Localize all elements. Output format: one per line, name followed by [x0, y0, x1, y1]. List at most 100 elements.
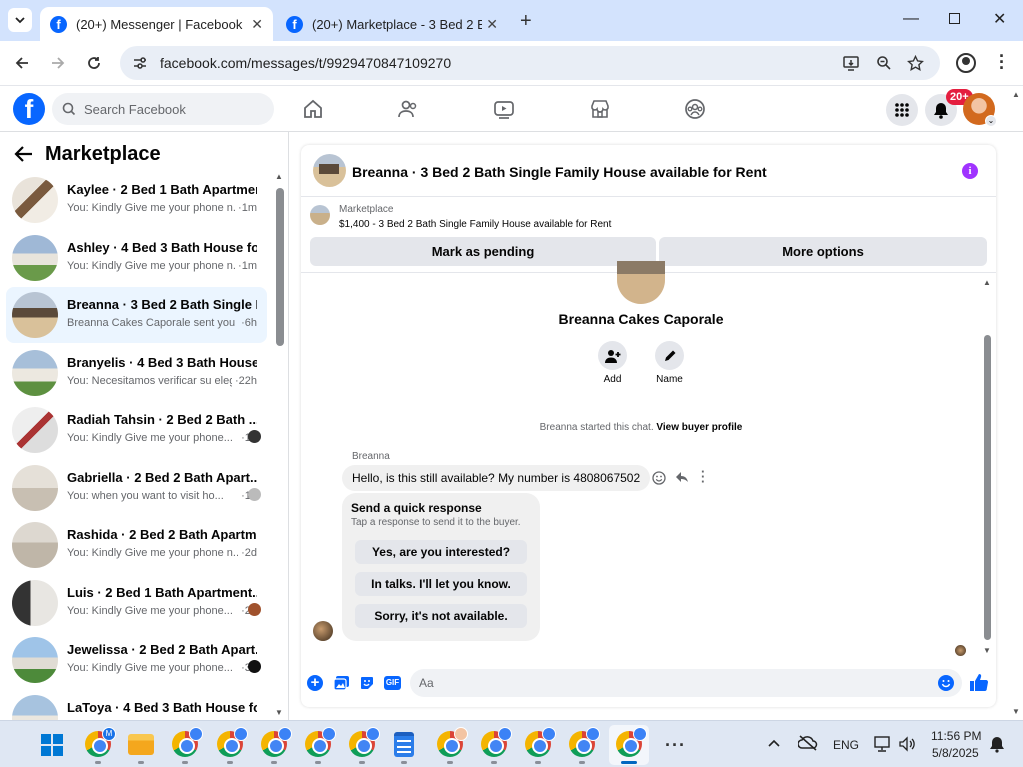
listing-small-thumbnail[interactable]	[310, 205, 330, 225]
video-nav-icon[interactable]	[491, 96, 517, 122]
chrome-app-icon[interactable]	[305, 727, 336, 757]
react-emoji-icon[interactable]	[652, 471, 666, 488]
menu-grid-button[interactable]	[886, 94, 918, 126]
emoji-icon[interactable]	[938, 675, 954, 691]
chat-header-title[interactable]: Breanna · 3 Bed 2 Bath Single Family Hou…	[352, 164, 767, 180]
browser-tab-bar: f (20+) Messenger | Facebook ✕ f (20+) M…	[0, 0, 1023, 41]
reply-icon[interactable]	[675, 470, 689, 487]
message-text: Hello, is this still available? My numbe…	[352, 471, 641, 485]
composer-add-icon[interactable]: +	[307, 675, 323, 691]
tray-chevron-up-icon[interactable]	[767, 736, 781, 751]
profile-photo[interactable]	[617, 261, 665, 304]
message-bubble[interactable]: Hello, is this still available? My numbe…	[342, 465, 651, 491]
conversation-item[interactable]: Rashida · 2 Bed 2 Bath Apartme... You: Ki…	[6, 517, 267, 573]
chrome-app-icon[interactable]	[217, 727, 248, 757]
conversation-item[interactable]: Gabriella · 2 Bed 2 Bath Apart... You: wh…	[6, 460, 267, 516]
listing-title[interactable]: $1,400 - 3 Bed 2 Bath Single Family Hous…	[339, 219, 611, 230]
quick-response-not-available[interactable]: Sorry, it's not available.	[355, 604, 527, 628]
chrome-app-icon[interactable]	[525, 727, 556, 757]
restore-button[interactable]	[949, 13, 960, 24]
search-input[interactable]: Search Facebook	[52, 93, 274, 125]
account-chevron-icon[interactable]: ⌄	[985, 115, 997, 127]
bookmark-star-icon[interactable]	[907, 54, 924, 72]
sidebar-scroll-down-icon[interactable]: ▼	[275, 708, 283, 717]
chrome-app-icon[interactable]	[569, 727, 600, 757]
conversation-item[interactable]: Radiah Tahsin · 2 Bed 2 Bath ... You: Kin…	[6, 402, 267, 458]
close-tab-icon[interactable]: ✕	[251, 16, 263, 33]
language-indicator[interactable]: ENG	[833, 738, 859, 752]
volume-icon[interactable]	[898, 736, 916, 755]
sticker-icon[interactable]	[359, 675, 375, 694]
clock-time[interactable]: 11:56 PM	[931, 729, 981, 743]
site-settings-icon[interactable]	[132, 55, 148, 71]
file-explorer-icon[interactable]	[128, 734, 154, 755]
conversation-snippet: You: Kindly Give me your phone...	[67, 662, 233, 674]
quick-response-yes[interactable]: Yes, are you interested?	[355, 540, 527, 564]
home-nav-icon[interactable]	[300, 96, 326, 122]
profile-button[interactable]	[956, 53, 976, 73]
chrome-active-app-icon[interactable]	[616, 727, 647, 757]
notepad-icon[interactable]	[394, 732, 414, 757]
sidebar-scroll-up-icon[interactable]: ▲	[275, 172, 283, 181]
notification-center-icon[interactable]	[988, 736, 1006, 756]
chat-scrollbar[interactable]	[984, 335, 991, 640]
overflow-apps-icon[interactable]: ···	[665, 735, 686, 756]
tab-messenger[interactable]: f (20+) Messenger | Facebook ✕	[40, 7, 273, 41]
chat-scroll-up-icon[interactable]: ▲	[983, 278, 991, 287]
page-scroll-up-icon[interactable]: ▲	[1012, 90, 1020, 99]
chrome-app-icon[interactable]	[172, 727, 203, 757]
conversation-item[interactable]: Breanna · 3 Bed 2 Bath Single F... Breann…	[6, 287, 267, 343]
like-thumbs-up-icon[interactable]	[969, 673, 989, 695]
facebook-logo-icon[interactable]: f	[13, 93, 45, 125]
install-app-icon[interactable]	[842, 54, 860, 72]
mark-pending-button[interactable]: Mark as pending	[310, 237, 656, 266]
close-tab-icon[interactable]: ✕	[486, 16, 498, 33]
conversation-item[interactable]: Kaylee · 2 Bed 1 Bath Apartmen... You: Ki…	[6, 172, 267, 228]
chrome-app-icon[interactable]	[481, 727, 512, 757]
forward-button[interactable]	[46, 51, 70, 75]
chrome-app-icon[interactable]	[349, 727, 380, 757]
sidebar-scrollbar[interactable]	[276, 188, 284, 346]
conversation-item[interactable]: Branyelis · 4 Bed 3 Bath House f... You: …	[6, 345, 267, 401]
page-scroll-down-icon[interactable]: ▼	[1012, 707, 1020, 716]
back-arrow-icon[interactable]	[14, 145, 34, 166]
chrome-app-icon[interactable]	[437, 727, 468, 757]
message-input[interactable]: Aa	[410, 669, 962, 697]
listing-thumbnail[interactable]	[313, 154, 346, 187]
clock-date[interactable]: 5/8/2025	[932, 746, 979, 760]
zoom-icon[interactable]	[876, 55, 892, 71]
minimize-button[interactable]: —	[903, 10, 919, 28]
windows-start-icon[interactable]	[41, 734, 63, 756]
view-buyer-profile-link[interactable]: View buyer profile	[656, 422, 742, 433]
add-contact-button[interactable]	[598, 341, 627, 370]
address-bar[interactable]: facebook.com/messages/t/9929470847109270	[120, 46, 940, 80]
more-options-button[interactable]: More options	[659, 237, 987, 266]
gif-icon[interactable]: GIF	[384, 676, 401, 690]
chrome-app-icon[interactable]	[261, 727, 292, 757]
network-off-icon[interactable]	[797, 734, 818, 755]
tab-marketplace[interactable]: f (20+) Marketplace - 3 Bed 2 Bat ✕	[276, 7, 508, 41]
conversation-snippet: You: Necesitamos verificar su eleg...	[67, 374, 232, 387]
display-icon[interactable]	[874, 736, 892, 755]
info-icon[interactable]: i	[962, 163, 978, 179]
quick-response-in-talks[interactable]: In talks. I'll let you know.	[355, 572, 527, 596]
message-more-icon[interactable]: · · ·	[701, 465, 705, 488]
tab-search-button[interactable]	[8, 8, 32, 32]
back-button[interactable]	[10, 51, 34, 75]
sender-avatar[interactable]	[313, 621, 333, 641]
reload-button[interactable]	[82, 51, 106, 75]
conversation-item[interactable]: Jewelissa · 2 Bed 2 Bath Apart... You: Ki…	[6, 632, 267, 688]
friends-nav-icon[interactable]	[395, 96, 421, 122]
conversation-item[interactable]: LaToya · 4 Bed 3 Bath House for...	[6, 690, 267, 720]
close-window-button[interactable]: ✕	[993, 9, 1006, 29]
chat-scroll-down-icon[interactable]: ▼	[983, 646, 991, 655]
conversation-item[interactable]: Luis · 2 Bed 1 Bath Apartment... You: Kin…	[6, 575, 267, 631]
edit-name-button[interactable]	[655, 341, 684, 370]
conversation-item[interactable]: Ashley · 4 Bed 3 Bath House for... You: K…	[6, 230, 267, 286]
browser-menu-icon[interactable]: · · ·	[999, 47, 1005, 77]
chrome-profile-app-icon[interactable]: M	[85, 727, 116, 757]
marketplace-nav-icon[interactable]	[587, 96, 613, 122]
groups-nav-icon[interactable]	[682, 96, 708, 122]
photo-icon[interactable]	[333, 675, 350, 694]
new-tab-button[interactable]: +	[520, 10, 532, 33]
